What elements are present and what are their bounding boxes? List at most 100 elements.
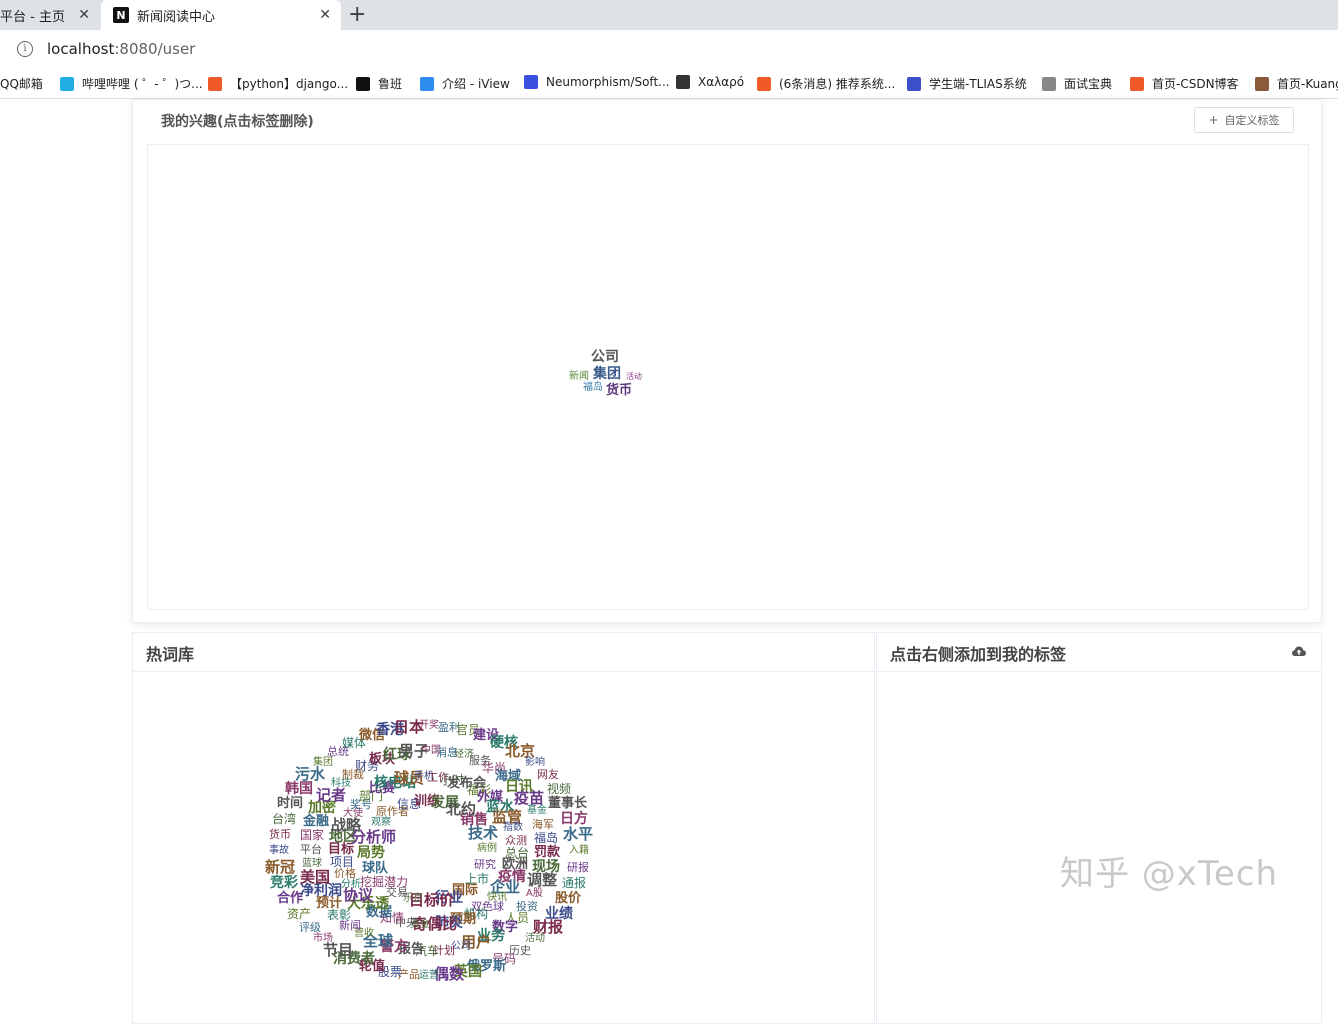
hot-word[interactable]: 福岛 [534,832,558,844]
interest-tag[interactable]: 集团 [593,367,621,381]
hot-word[interactable]: 台湾 [272,813,296,825]
interview-icon [1042,76,1056,91]
hot-word[interactable]: 消息 [436,747,458,758]
bookmark-item[interactable]: 介绍 - iView [420,75,510,92]
hot-word[interactable]: 入籍 [569,846,589,856]
figure-icon [676,75,690,89]
hot-word[interactable]: 技术 [468,826,498,841]
interest-tag[interactable]: 新闻 [569,372,589,382]
bookmark-item[interactable]: 学生端-TLIAS系统 [907,75,1027,92]
hot-word[interactable]: 视频 [547,783,571,795]
interest-tag[interactable]: 公司 [591,350,619,364]
hot-word[interactable]: 基金 [527,806,547,816]
bookmark-item[interactable]: 首页-Kuang [1255,75,1338,92]
custom-tag-label: 自定义标签 [1224,114,1280,127]
bookmark-item[interactable]: Neumorphism/Soft... [524,75,670,89]
bookmark-item[interactable]: Χαλαρό [676,75,744,89]
hot-word[interactable]: 记者 [316,788,346,803]
my-interests-card: 我的兴趣(点击标签删除) + 自定义标签 公司 新闻 集团 活动 福岛 货币 [132,99,1322,623]
hot-word[interactable]: 净利润 [300,884,342,898]
interest-tag[interactable]: 福岛 [583,383,603,393]
hot-word[interactable]: 研究 [474,859,496,870]
new-tab-button[interactable]: + [348,2,366,27]
bookmark-item[interactable]: QQ邮箱 [0,75,43,92]
hot-word[interactable]: A股 [526,889,543,899]
interest-tag[interactable]: 货币 [606,384,632,397]
hot-word[interactable]: 韩国 [285,782,313,796]
hot-word[interactable]: 竞彩 [270,876,298,890]
bookmark-item[interactable]: 【python】django... [208,75,348,92]
bookmark-label: 【python】django... [230,77,349,91]
hot-word[interactable]: 蓝球 [302,859,322,869]
hot-word[interactable]: 美国 [300,870,330,885]
bookmark-label: Neumorphism/Soft... [546,75,670,89]
hot-word[interactable]: 时间 [277,797,303,810]
hot-word[interactable]: 海军 [532,819,554,830]
hot-word[interactable]: 平台 [300,844,322,855]
address-bar: i localhost:8080/user [0,30,1338,69]
hot-word[interactable]: 罚款 [534,846,560,859]
hot-word[interactable]: 疫苗 [514,791,544,806]
interest-tag[interactable]: 活动 [626,373,642,381]
hot-word[interactable]: 观察 [371,818,391,828]
bookmark-item[interactable]: 首页-CSDN博客 [1130,75,1239,92]
hot-word[interactable]: 协议 [343,888,373,903]
info-icon[interactable]: i [17,41,33,57]
cloud-upload-icon[interactable] [1291,643,1307,659]
close-icon[interactable]: ✕ [319,7,331,23]
hot-word[interactable]: 项目 [330,856,354,868]
hot-word[interactable]: 挖掘潜力 [360,876,408,888]
hot-word[interactable]: 研报 [567,862,589,873]
bookmark-item[interactable]: 鲁班 [356,75,402,92]
hot-word[interactable]: 新冠 [265,860,295,875]
hot-word[interactable]: 日本 [394,720,424,735]
my-interests-title: 我的兴趣(点击标签删除) [161,114,314,130]
tlias-icon [907,76,921,91]
bookmark-item[interactable]: 面试宝典 [1042,75,1112,92]
hot-word[interactable]: 北约 [446,802,476,817]
hot-word[interactable]: 水平 [563,827,593,842]
hot-word[interactable]: 污水 [295,767,325,782]
hot-word[interactable]: 节目 [323,943,353,958]
hot-word[interactable]: 价格 [334,868,356,879]
tab-news-reading-center[interactable]: N 新闻阅读中心 ✕ [101,0,341,30]
hot-word[interactable]: 国家 [300,829,324,841]
close-icon[interactable]: ✕ [78,7,90,23]
hot-word[interactable]: 影响 [525,758,545,768]
hot-word[interactable]: 分析 [341,880,361,890]
hot-word[interactable]: 调整 [527,873,557,888]
hot-word[interactable]: 球队 [362,862,388,875]
hot-word[interactable]: 发布会 [447,777,486,790]
bookmark-item[interactable]: (6条消息) 推荐系统... [757,75,895,92]
hot-words-cloud: 开奖 盈利 官员 建设 硬核 北京 影响 网友 视频 董事长 日方 水平 入籍 研报 通报 股价 业绩 财报 活动历… [133,633,876,1025]
csdn-icon [1130,76,1144,91]
hot-word[interactable]: 局势 [357,846,385,860]
hot-word[interactable]: 分析师 [351,830,396,845]
card-header: 点击右侧添加到我的标签 [877,633,1321,672]
hot-word[interactable]: 日方 [560,812,588,826]
hot-word[interactable]: 网友 [537,769,559,780]
hot-word[interactable]: 运营 [419,971,439,981]
bilibili-icon [60,76,74,91]
hot-word[interactable]: 金融 [303,815,329,828]
hot-word[interactable]: 众测 [505,835,527,846]
custom-tag-button[interactable]: + 自定义标签 [1194,107,1294,133]
hot-word[interactable]: 活动 [525,934,545,944]
hot-word[interactable]: 评级 [299,922,321,933]
bookmark-item[interactable]: 哔哩哔哩 ( ゜- ゜)つ... [60,75,203,92]
hot-word[interactable]: 货币 [269,829,291,840]
hot-word[interactable]: 事故 [269,846,289,856]
bookmark-label: 鲁班 [378,77,403,91]
hot-word[interactable]: 市场 [313,934,333,944]
hot-word[interactable]: 资产 [287,908,311,920]
hot-word[interactable]: 病例 [477,844,497,854]
hot-word[interactable]: 董事长 [548,797,587,810]
hot-word[interactable]: 股价 [555,892,581,905]
tab-platform-home[interactable]: 平台 - 主页 ✕ [0,0,100,30]
url-path: :8080/user [114,40,196,58]
hot-word[interactable]: 指数 [503,823,523,833]
csdn-icon [208,76,222,91]
url-field[interactable]: localhost:8080/user [47,40,195,58]
hot-word[interactable]: 通报 [562,877,586,889]
hot-word[interactable]: 集团 [313,758,333,768]
